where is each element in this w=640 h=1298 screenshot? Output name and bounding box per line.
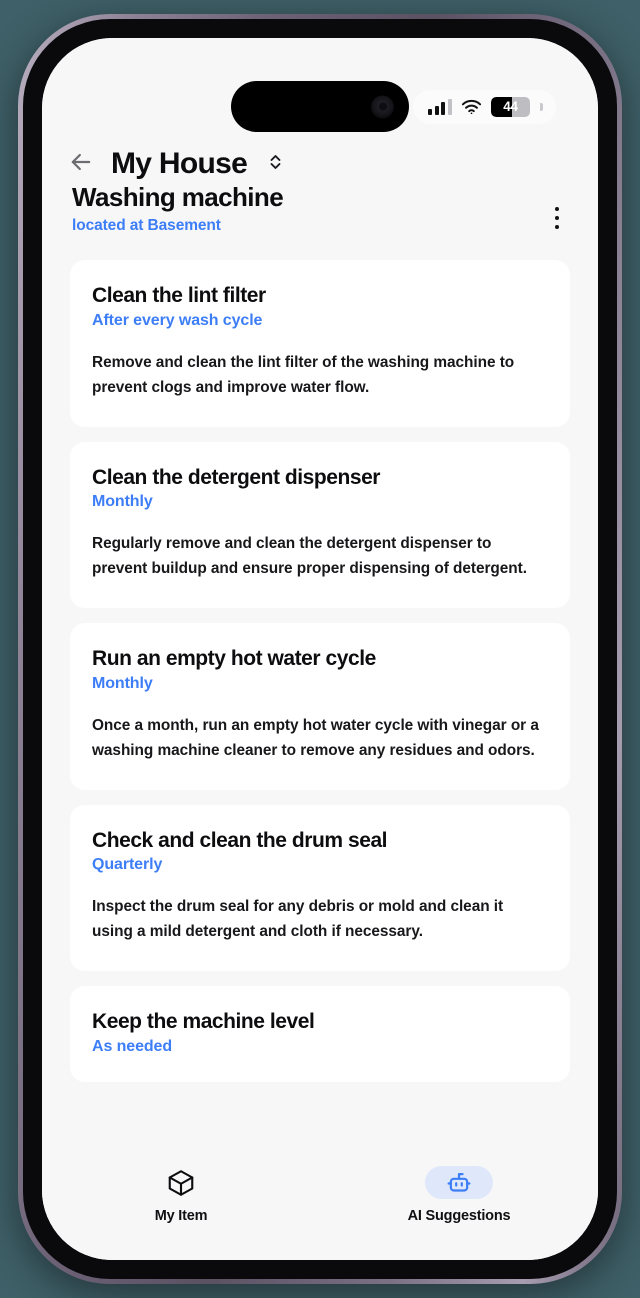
suggestion-title: Clean the detergent dispenser [92,465,381,489]
more-options-button[interactable] [542,198,572,238]
item-header: Washing machine located at Basement [42,182,598,238]
tab-my-item[interactable]: My Item [42,1166,320,1224]
suggestion-card-list: Clean the lint filter After every wash cy… [42,260,598,1082]
tab-ai-suggestions[interactable]: AI Suggestions [320,1166,598,1224]
cube-icon [147,1166,215,1199]
front-camera-icon [371,95,394,118]
phone-screen: My House Washing machine located at Base… [42,38,598,1260]
sort-toggle-button[interactable] [262,149,288,179]
suggestion-description: Regularly remove and clean the detergent… [92,535,527,578]
page-title: My House [111,147,248,180]
arrow-left-icon [67,148,95,181]
suggestion-frequency: As needed [92,1037,173,1055]
more-vertical-icon-dot [554,215,560,221]
suggestion-frequency: After every wash cycle [92,311,263,329]
suggestion-title: Run an empty hot water cycle [92,647,376,671]
more-vertical-icon-dot [554,224,560,230]
more-vertical-icon-dot [554,206,560,212]
suggestion-title: Clean the lint filter [92,284,266,307]
dynamic-island [231,81,409,132]
suggestion-card[interactable]: Clean the lint filter After every wash cy… [70,260,570,427]
suggestion-description: Remove and clean the lint filter of the … [92,353,515,396]
bottom-tab-bar: My Item AI Suggestions [42,1152,598,1260]
item-location: located at Basement [72,216,221,234]
phone-bezel: My House Washing machine located at Base… [23,19,617,1279]
suggestion-card[interactable]: Keep the machine level As needed [70,986,570,1082]
phone-device-frame: My House Washing machine located at Base… [18,14,622,1284]
item-title: Washing machine [72,182,284,212]
app-root: My House Washing machine located at Base… [42,38,598,1260]
suggestion-card[interactable]: Run an empty hot water cycle Monthly Once … [70,623,570,790]
tab-label: My Item [154,1208,208,1224]
item-header-text: Washing machine located at Basement [72,182,284,235]
suggestion-description: Once a month, run an empty hot water cyc… [92,716,539,759]
suggestion-title: Keep the machine level [92,1010,315,1034]
robot-icon [425,1166,493,1199]
suggestion-description: Inspect the drum seal for any debris or … [92,898,504,941]
back-button[interactable] [64,147,98,181]
suggestion-frequency: Monthly [92,493,153,511]
suggestion-frequency: Monthly [92,674,153,692]
suggestion-title: Check and clean the drum seal [92,828,388,852]
suggestion-card[interactable]: Clean the detergent dispenser Monthly Regu… [70,441,570,609]
chevron-up-down-icon [267,150,284,179]
tab-label: AI Suggestions [407,1208,511,1224]
suggestion-card[interactable]: Check and clean the drum seal Quarterly In… [70,804,570,972]
suggestion-frequency: Quarterly [92,856,163,874]
